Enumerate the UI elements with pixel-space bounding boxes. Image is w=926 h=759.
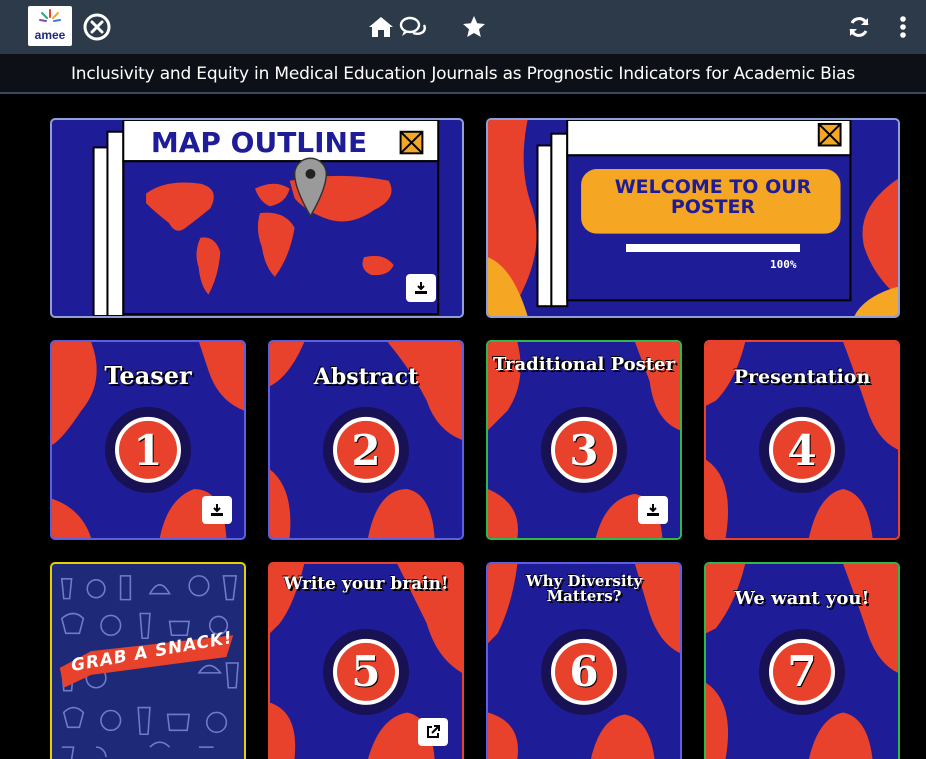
map-outline-heading: MAP OUTLINE <box>150 126 368 159</box>
download-icon <box>211 504 223 516</box>
tile-label: Traditional Poster <box>492 354 676 375</box>
close-circle-icon[interactable] <box>80 10 114 44</box>
tile-presentation[interactable]: Presentation 4 <box>704 340 900 540</box>
home-icon[interactable] <box>364 10 398 44</box>
download-icon <box>647 504 659 516</box>
tile-label: Abstract <box>313 364 419 390</box>
external-link-icon <box>427 725 440 738</box>
tile-we-want-you[interactable]: We want you! 7 <box>704 562 900 759</box>
tile-number-badge: 5 <box>333 638 399 705</box>
tile-number: 1 <box>133 425 163 475</box>
map-outline-card[interactable]: MAP OUTLINE <box>50 118 464 318</box>
download-icon <box>415 282 427 294</box>
tile-label: We want you! <box>734 588 870 609</box>
tile-label: Teaser <box>104 361 192 390</box>
tile-grab-a-snack[interactable]: GRAB A SNACK! <box>50 562 246 759</box>
tile-number: 6 <box>569 646 599 696</box>
tile-number-badge: 1 <box>115 416 181 483</box>
welcome-background <box>488 120 898 316</box>
star-icon[interactable] <box>457 10 491 44</box>
tile-label: Presentation <box>733 366 871 388</box>
amee-logo[interactable]: amee <box>28 6 72 46</box>
tile-number-badge: 6 <box>551 638 617 705</box>
download-button[interactable] <box>638 496 668 524</box>
welcome-card[interactable]: WELCOME TO OUR POSTER 100% <box>486 118 900 318</box>
tile-label: Write your brain! <box>283 574 449 594</box>
tile-teaser[interactable]: Teaser 1 <box>50 340 246 540</box>
tile-traditional-poster[interactable]: Traditional Poster 3 <box>486 340 682 540</box>
tile-number-badge: 4 <box>769 416 835 483</box>
poster-title-bar: Inclusivity and Equity in Medical Educat… <box>0 54 926 94</box>
loading-progress-fill <box>626 244 800 252</box>
tile-label: Why Diversity Matters? <box>525 572 643 605</box>
top-toolbar: amee <box>0 0 926 54</box>
chat-icon[interactable] <box>396 10 430 44</box>
welcome-heading: WELCOME TO OUR POSTER <box>614 176 812 218</box>
tile-write-your-brain[interactable]: Write your brain! 5 <box>268 562 464 759</box>
tile-why-diversity-matters[interactable]: Why Diversity Matters? 6 <box>486 562 682 759</box>
tile-number-badge: 3 <box>551 416 617 483</box>
tile-number: 7 <box>787 646 817 696</box>
amee-logo-text: amee <box>34 28 66 42</box>
external-link-button[interactable] <box>418 718 448 746</box>
download-button[interactable] <box>406 274 436 302</box>
download-button[interactable] <box>202 496 232 524</box>
tile-number-badge: 7 <box>769 638 835 705</box>
poster-title: Inclusivity and Equity in Medical Educat… <box>70 64 855 84</box>
tile-number: 5 <box>351 646 381 696</box>
tile-number-badge: 2 <box>333 416 399 483</box>
refresh-icon[interactable] <box>842 10 876 44</box>
tile-number: 3 <box>569 425 599 475</box>
tile-abstract[interactable]: Abstract 2 <box>268 340 464 540</box>
loading-progress-text: 100% <box>770 258 797 271</box>
loading-progress-track <box>626 244 800 252</box>
tile-number: 4 <box>787 425 817 475</box>
tile-number: 2 <box>351 425 381 475</box>
more-vertical-icon[interactable] <box>886 10 920 44</box>
